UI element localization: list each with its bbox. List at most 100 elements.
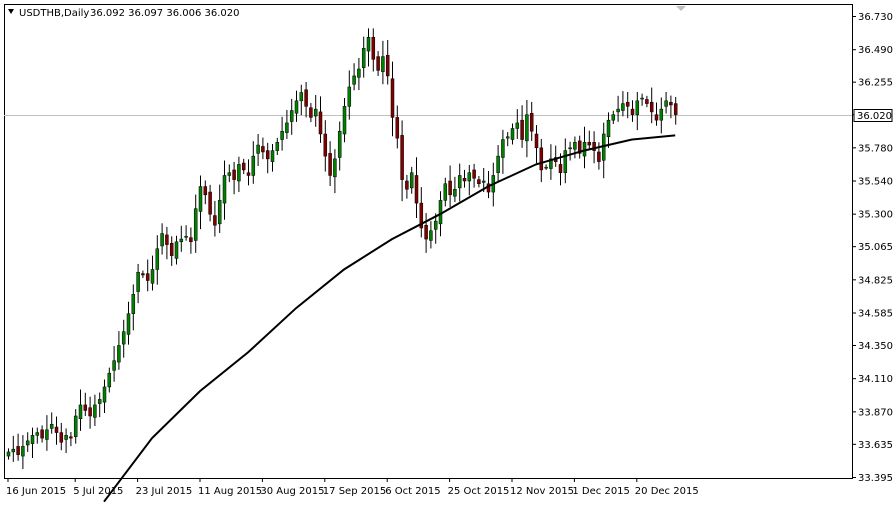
candle-body (131, 294, 136, 314)
candle-body (6, 451, 11, 457)
candle-body (424, 224, 428, 240)
y-tick-label: 34.110 (858, 374, 893, 385)
y-tick-label: 35.540 (858, 176, 893, 187)
candle-body (357, 68, 361, 78)
candle-body (141, 273, 145, 276)
candle-body (625, 101, 630, 107)
candle-body (457, 175, 462, 189)
candle-body (21, 446, 25, 457)
candle-body (573, 142, 577, 150)
symbol-label: USDTHB,Daily (19, 8, 89, 19)
candle-body (165, 234, 169, 245)
candle-body (635, 100, 640, 115)
candle-body (558, 164, 563, 173)
candle-body (448, 180, 452, 196)
candle-body (654, 114, 659, 121)
candle-body (371, 36, 376, 60)
x-tick-label: 25 Oct 2015 (448, 486, 510, 497)
candle-body (582, 142, 587, 157)
candle-body (112, 360, 116, 371)
candle-body (611, 114, 616, 121)
candle-body (73, 415, 78, 437)
candle-body (222, 175, 227, 204)
y-tick-label: 35.780 (858, 143, 893, 154)
candle-body (126, 313, 131, 335)
candle-body (568, 147, 572, 150)
x-tick-label: 5 Jul 2015 (73, 486, 123, 497)
candle-body (429, 230, 433, 241)
candle-body (289, 110, 294, 122)
candle-body (304, 89, 308, 107)
chart-root: 36.730 36.490 36.255 35.780 35.540 35.300 35.0… (0, 0, 894, 503)
candle-body (525, 114, 529, 142)
candle-body (342, 106, 347, 135)
candle-body (198, 186, 203, 212)
x-tick-label: 16 Jun 2015 (6, 486, 66, 497)
candle-body (520, 119, 524, 140)
candlestick-chart[interactable]: 36.730 36.490 36.255 35.780 35.540 35.300 35.0… (0, 0, 894, 503)
candle-body (649, 101, 654, 113)
x-tick-label: 17 Sep 2015 (323, 486, 386, 497)
candle-body (35, 432, 40, 436)
candle-body (510, 128, 515, 140)
y-tick-label: 35.065 (858, 242, 893, 253)
candle-body (381, 56, 385, 73)
x-tick-label: 12 Nov 2015 (510, 486, 574, 497)
candle-body (673, 103, 678, 115)
candle-body (328, 153, 332, 176)
candle-body (261, 146, 265, 153)
candle-body (265, 150, 270, 160)
y-tick-label: 36.255 (858, 78, 893, 89)
candle-body (16, 446, 20, 455)
candle-body (208, 191, 212, 215)
candle-body (93, 404, 97, 418)
candle-body (213, 215, 217, 226)
candle-body (621, 103, 625, 111)
candle-body (193, 208, 198, 241)
candle-body (232, 169, 236, 180)
y-tick-label: 35.300 (858, 210, 893, 221)
candle-body (333, 158, 337, 178)
candle-body (246, 172, 251, 176)
candle-body (280, 130, 284, 140)
candle-body (189, 237, 193, 243)
candle-body (347, 86, 352, 107)
candle-body (616, 108, 620, 113)
candle-body (227, 172, 232, 176)
candle-body (174, 241, 179, 259)
candle-body (45, 429, 49, 440)
candle-body (203, 186, 208, 196)
candle-body (145, 273, 150, 281)
candle-body (630, 108, 635, 115)
candle-body (299, 92, 304, 102)
candle-body (251, 155, 256, 176)
candle-body (11, 448, 16, 453)
y-tick-label: 36.490 (858, 45, 893, 56)
candle-body (409, 172, 414, 189)
candle-body (606, 119, 611, 138)
candle-body (563, 150, 568, 173)
candle-body (438, 200, 443, 225)
candle-body (443, 183, 448, 201)
candle-body (169, 242, 174, 256)
y-tick-label: 33.395 (858, 473, 893, 484)
candle-body (337, 130, 342, 158)
candle-body (376, 56, 380, 71)
candle-body (467, 172, 472, 182)
candle-body (515, 122, 520, 129)
candle-body (97, 399, 102, 404)
candle-body (107, 372, 112, 388)
candle-body (313, 108, 318, 117)
candle-body (160, 233, 164, 247)
candle-body (539, 147, 544, 171)
candle-body (78, 404, 83, 420)
candle-body (534, 133, 539, 149)
candle-body (659, 108, 664, 121)
candle-body (640, 97, 644, 100)
candle-body (529, 113, 534, 132)
candle-body (88, 407, 92, 417)
candle-body (433, 220, 438, 230)
candle-body (49, 424, 54, 429)
candle-body (270, 150, 275, 162)
y-tick-label: 33.635 (858, 440, 893, 451)
